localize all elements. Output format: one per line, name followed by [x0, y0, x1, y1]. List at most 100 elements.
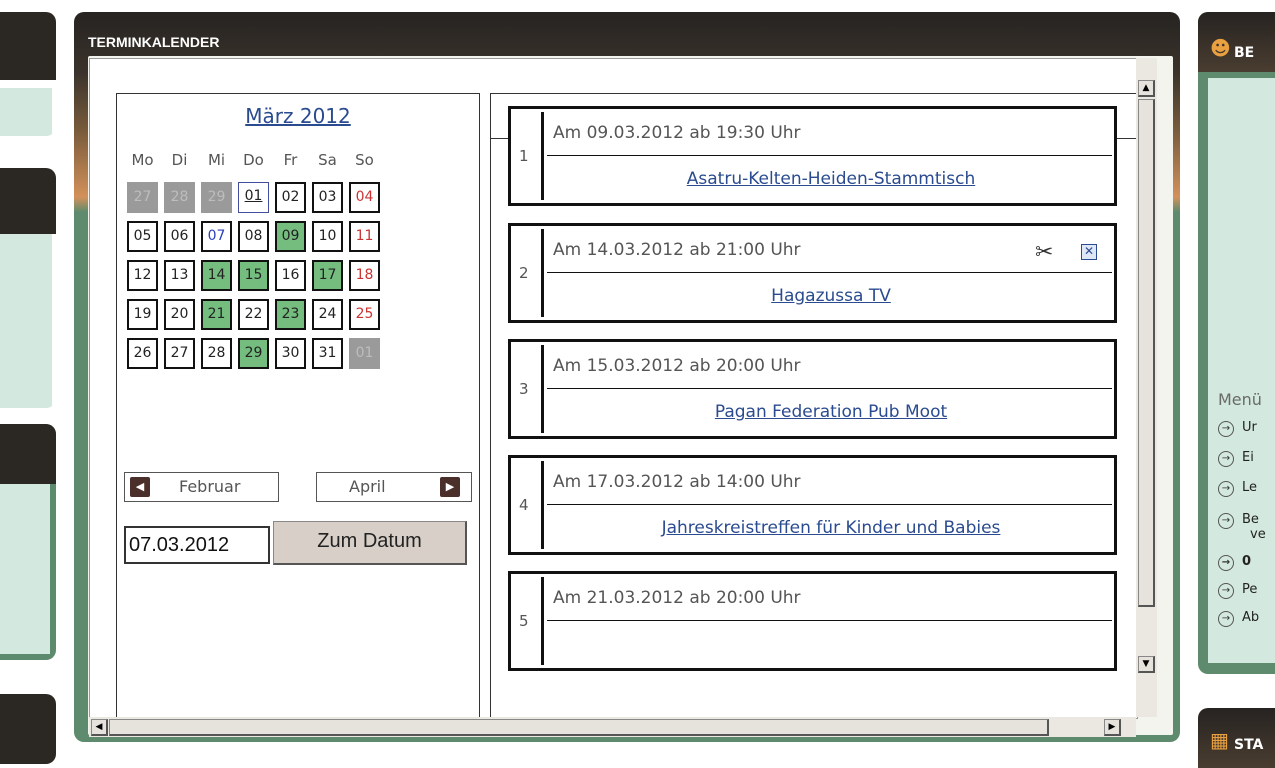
event-link[interactable]: Asatru-Kelten-Heiden-Stammtisch [551, 169, 1111, 189]
calendar-day-label: 07 [207, 228, 226, 244]
scroll-left-button[interactable]: ◀ [91, 719, 108, 736]
scroll-up-button[interactable]: ▲ [1138, 80, 1155, 97]
right-menu-item[interactable]: → Le [1218, 480, 1257, 497]
calendar-day[interactable]: 17 [312, 260, 343, 291]
calendar-day[interactable]: 20 [164, 299, 195, 330]
calendar-day[interactable]: 16 [275, 260, 306, 291]
calendar-day[interactable]: 18 [349, 260, 380, 291]
arrow-circle-icon: → [1218, 611, 1234, 627]
calendar-day-label: 01 [244, 188, 263, 204]
left-panel-stub-4 [0, 694, 56, 764]
right-menu-item[interactable]: → 0 [1218, 554, 1251, 571]
month-title[interactable]: März 2012 [117, 104, 479, 128]
prev-month-button[interactable]: ◀ Februar [124, 472, 279, 502]
right-menu-item[interactable]: → Ei [1218, 450, 1254, 467]
right-menu-item[interactable]: → Ur [1218, 420, 1257, 437]
weekday-label: Mo [131, 151, 154, 169]
calendar-day[interactable]: 11 [349, 221, 380, 252]
next-month-label: April [349, 477, 386, 496]
tools-icon[interactable]: ✂ [1035, 240, 1053, 265]
calendar-day[interactable]: 26 [127, 338, 158, 369]
event-rule [547, 155, 1112, 156]
right-menu-item[interactable]: → Ab [1218, 610, 1259, 627]
arrow-circle-icon: → [1218, 513, 1234, 529]
calendar-day[interactable]: 06 [164, 221, 195, 252]
event-item: 4 Am 17.03.2012 ab 14:00 Uhr Jahreskreistr… [508, 455, 1117, 555]
calendar-day-label: 23 [281, 306, 300, 322]
calendar-day[interactable]: 02 [275, 182, 306, 213]
calendar-day[interactable]: 01 [349, 338, 380, 369]
horizontal-scrollbar[interactable]: ◀ ▶ [89, 717, 1136, 737]
event-divider [541, 345, 544, 433]
event-rule [547, 620, 1112, 621]
calendar-day[interactable]: 21 [201, 299, 232, 330]
horizontal-scroll-thumb[interactable] [109, 719, 1049, 736]
calendar-day[interactable]: 03 [312, 182, 343, 213]
calendar-day[interactable]: 22 [238, 299, 269, 330]
calendar-day[interactable]: 07 [201, 221, 232, 252]
calendar-day[interactable]: 28 [164, 182, 195, 213]
event-link[interactable]: Jahreskreistreffen für Kinder und Babies [551, 518, 1111, 538]
calendar-day[interactable]: 12 [127, 260, 158, 291]
event-item: 3 Am 15.03.2012 ab 20:00 Uhr Pagan Federat… [508, 339, 1117, 439]
date-input[interactable]: 07.03.2012 [124, 526, 270, 564]
calendar-day[interactable]: 25 [349, 299, 380, 330]
arrow-circle-icon: → [1218, 421, 1234, 437]
stats-icon: ▦ [1210, 728, 1229, 752]
calendar-day[interactable]: 31 [312, 338, 343, 369]
calendar-day[interactable]: 27 [164, 338, 195, 369]
calendar-day[interactable]: 15 [238, 260, 269, 291]
calendar-day[interactable]: 10 [312, 221, 343, 252]
scroll-right-button[interactable]: ▶ [1104, 719, 1121, 736]
event-link[interactable]: Pagan Federation Pub Moot [551, 402, 1111, 422]
delete-icon[interactable]: ✕ [1081, 244, 1097, 260]
weekday-label: Do [243, 151, 264, 169]
calendar-day[interactable]: 30 [275, 338, 306, 369]
right-menu-item-label: Be [1242, 512, 1259, 527]
calendar-day-label: 25 [355, 306, 374, 322]
calendar-day[interactable]: 09 [275, 221, 306, 252]
calendar-day[interactable]: 28 [201, 338, 232, 369]
calendar-day-label: 09 [281, 228, 300, 244]
calendar-day-label: 29 [244, 345, 263, 361]
next-month-button[interactable]: April ▶ [316, 472, 472, 502]
calendar-day[interactable]: 24 [312, 299, 343, 330]
vertical-scrollbar[interactable]: ▲ ▼ [1136, 58, 1157, 717]
calendar-day-label: 19 [133, 306, 152, 322]
scroll-down-button[interactable]: ▼ [1138, 656, 1155, 673]
calendar-day-label: 11 [355, 228, 374, 244]
vertical-scroll-thumb[interactable] [1138, 99, 1155, 607]
calendar-day-label: 15 [244, 267, 263, 283]
event-date: Am 09.03.2012 ab 19:30 Uhr [553, 123, 801, 143]
go-to-date-button[interactable]: Zum Datum [273, 521, 467, 565]
right-panel-header: ☻ BE [1198, 12, 1275, 72]
right-menu-item[interactable]: → Be ve [1218, 512, 1266, 542]
arrow-circle-icon: → [1218, 451, 1234, 467]
calendar-day[interactable]: 08 [238, 221, 269, 252]
event-divider [541, 229, 544, 317]
calendar-day-label: 02 [281, 189, 300, 205]
calendar-day[interactable]: 05 [127, 221, 158, 252]
event-rule [547, 504, 1112, 505]
calendar-day-label: 14 [207, 267, 226, 283]
calendar-day[interactable]: 29 [238, 338, 269, 369]
event-item: 1 Am 09.03.2012 ab 19:30 Uhr Asatru-Kelten… [508, 106, 1117, 206]
calendar-day[interactable]: 04 [349, 182, 380, 213]
calendar-day[interactable]: 27 [127, 182, 158, 213]
event-link[interactable]: Hagazussa TV [551, 286, 1111, 306]
event-item: 2 Am 14.03.2012 ab 21:00 Uhr Hagazussa TV ✂… [508, 223, 1117, 323]
weekday-label: Fr [283, 151, 298, 169]
calendar-day[interactable]: 23 [275, 299, 306, 330]
calendar-day-label: 06 [170, 228, 189, 244]
right-panel-body [1208, 78, 1275, 663]
calendar-day[interactable]: 29 [201, 182, 232, 213]
calendar-day[interactable]: 13 [164, 260, 195, 291]
right-menu-item-label-2: ve [1250, 527, 1266, 542]
right-menu-item[interactable]: → Pe [1218, 582, 1257, 599]
event-date: Am 15.03.2012 ab 20:00 Uhr [553, 356, 801, 376]
mini-calendar: März 2012 Mo Di Mi Do Fr Sa So 27 28 29 01 02 03 04 0… [116, 93, 480, 718]
calendar-day[interactable]: 19 [127, 299, 158, 330]
calendar-day[interactable]: 01 [238, 182, 269, 213]
calendar-day[interactable]: 14 [201, 260, 232, 291]
arrow-left-icon: ◀ [130, 477, 150, 497]
